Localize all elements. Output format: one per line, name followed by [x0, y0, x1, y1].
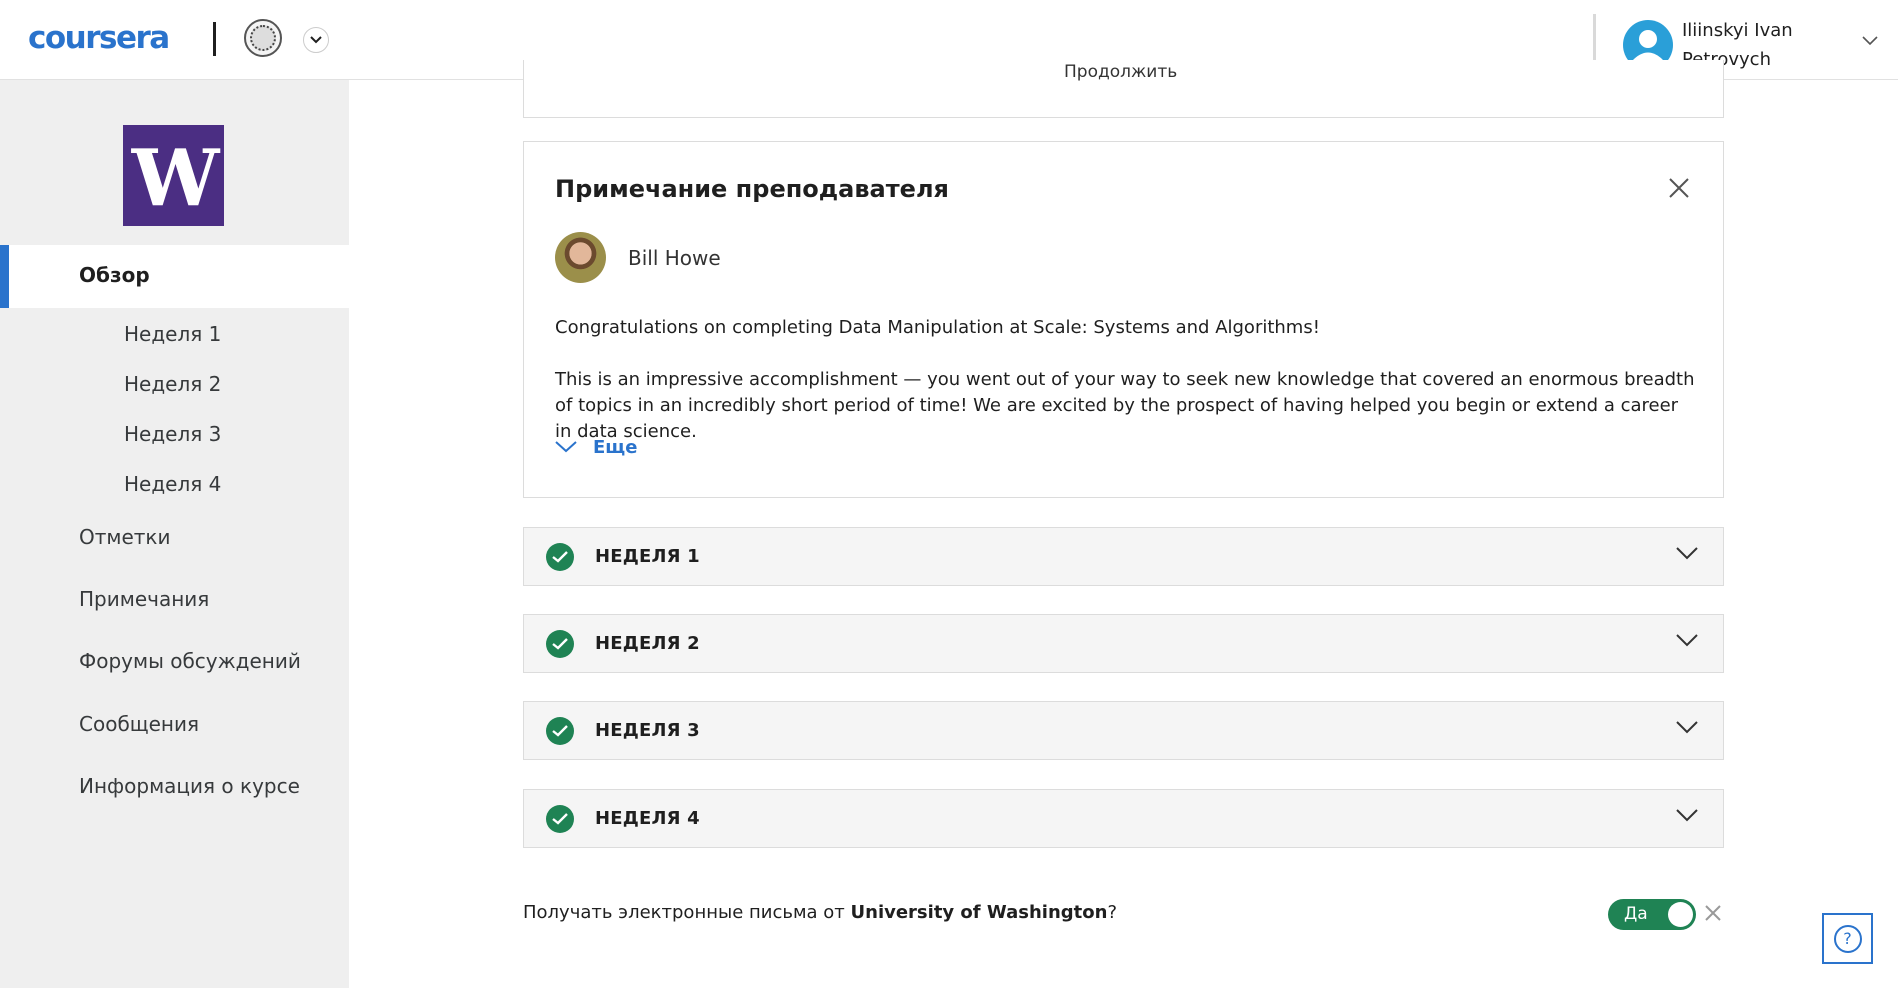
week-label: НЕДЕЛЯ 2: [595, 633, 700, 654]
toggle-label: Да: [1624, 904, 1648, 924]
instructor-note-card: Примечание преподавателя Bill Howe Congr…: [523, 141, 1724, 498]
show-more-button[interactable]: Еще: [555, 432, 637, 462]
note-paragraph: Congratulations on completing Data Manip…: [555, 317, 1320, 338]
email-pref-org: University of Washington: [850, 902, 1108, 923]
email-pref-suffix: ?: [1107, 902, 1117, 923]
check-icon: [546, 543, 574, 571]
logo-divider: [213, 22, 216, 56]
university-logo-letter: W: [131, 133, 220, 224]
week-3-accordion[interactable]: НЕДЕЛЯ 3: [523, 701, 1724, 760]
coursera-logo[interactable]: coursera: [28, 20, 170, 56]
sidebar-item-week-3[interactable]: Неделя 3: [124, 422, 221, 446]
sidebar-item-forums[interactable]: Форумы обсуждений: [79, 649, 301, 673]
week-1-accordion[interactable]: НЕДЕЛЯ 1: [523, 527, 1724, 586]
note-paragraph: This is an impressive accomplishment — y…: [555, 369, 1695, 442]
university-seal-icon[interactable]: [244, 19, 282, 57]
week-2-accordion[interactable]: НЕДЕЛЯ 2: [523, 614, 1724, 673]
email-opt-in-toggle[interactable]: Да: [1608, 899, 1696, 930]
chevron-down-icon: [310, 36, 322, 44]
chevron-down-icon: [1676, 809, 1698, 822]
email-preference-text: Получать электронные письма от Universit…: [523, 902, 1117, 923]
check-icon: [546, 717, 574, 745]
email-pref-prefix: Получать электронные письма от: [523, 902, 851, 923]
toggle-knob: [1668, 902, 1693, 927]
sidebar-item-notes[interactable]: Примечания: [79, 587, 209, 611]
sidebar-item-week-1[interactable]: Неделя 1: [124, 322, 221, 346]
check-icon: [546, 630, 574, 658]
sidebar-item-week-2[interactable]: Неделя 2: [124, 372, 221, 396]
instructor-name: Bill Howe: [628, 246, 721, 270]
help-button[interactable]: ?: [1822, 913, 1873, 964]
clipped-button-label[interactable]: Продолжить: [1064, 62, 1177, 82]
sidebar-item-grades[interactable]: Отметки: [79, 525, 171, 549]
instructor-avatar: [555, 232, 606, 283]
week-label: НЕДЕЛЯ 3: [595, 720, 700, 741]
close-icon[interactable]: [1667, 176, 1691, 200]
chevron-down-icon: [555, 441, 577, 453]
sidebar-item-course-info[interactable]: Информация о курсе: [79, 774, 300, 798]
active-indicator: [0, 245, 9, 308]
show-more-label: Еще: [593, 436, 638, 458]
note-title: Примечание преподавателя: [555, 175, 949, 203]
chevron-down-icon: [1676, 547, 1698, 560]
sidebar-item-messages[interactable]: Сообщения: [79, 712, 199, 736]
week-4-accordion[interactable]: НЕДЕЛЯ 4: [523, 789, 1724, 848]
coursera-logo-text: coursera: [28, 20, 170, 56]
chevron-down-icon: [1676, 721, 1698, 734]
close-icon[interactable]: [1704, 904, 1722, 922]
check-icon: [546, 805, 574, 833]
user-menu-chevron-icon[interactable]: [1862, 36, 1878, 46]
course-sidebar: W Обзор Неделя 1 Неделя 2 Неделя 3 Недел…: [0, 80, 349, 988]
help-icon: ?: [1833, 924, 1862, 953]
sidebar-item-label: Обзор: [79, 263, 150, 287]
sidebar-item-overview[interactable]: Обзор: [0, 245, 349, 308]
chevron-down-icon: [1676, 634, 1698, 647]
week-label: НЕДЕЛЯ 4: [595, 808, 700, 829]
partner-menu-button[interactable]: [303, 27, 329, 53]
sidebar-item-week-4[interactable]: Неделя 4: [124, 472, 221, 496]
week-label: НЕДЕЛЯ 1: [595, 546, 700, 567]
help-icon-glyph: ?: [1843, 929, 1852, 948]
previous-card: Продолжить: [523, 60, 1724, 118]
university-logo[interactable]: W: [123, 125, 224, 226]
